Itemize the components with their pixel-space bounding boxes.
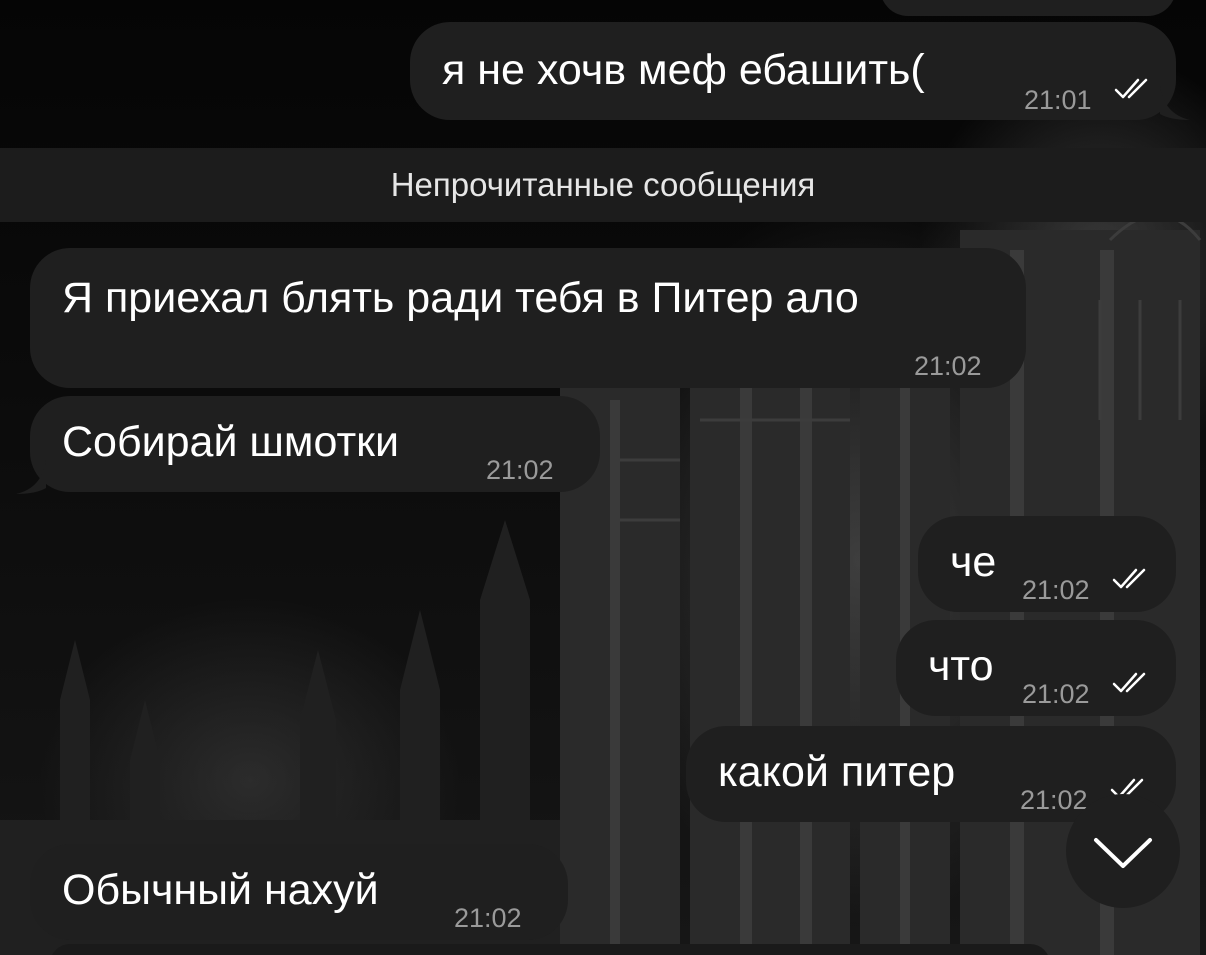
- double-check-icon: [1112, 672, 1146, 693]
- scroll-to-bottom-button[interactable]: [1066, 794, 1180, 908]
- chevron-down-icon: [1094, 838, 1152, 868]
- partial-message-bubble: [50, 944, 1050, 955]
- message-text: я не хочв меф ебашить(: [442, 46, 925, 94]
- bubble-tail: [1160, 86, 1190, 120]
- message-text: че: [950, 538, 997, 586]
- message-time: 21:02: [1022, 679, 1090, 709]
- message-time: 21:01: [1024, 85, 1092, 115]
- partial-message-bubble: [880, 0, 1176, 16]
- message-bubble-outgoing[interactable]: я не хочв меф ебашить( 21:01: [410, 22, 1176, 120]
- message-time: 21:02: [914, 351, 982, 381]
- message-time: 21:02: [486, 455, 554, 485]
- double-check-icon: [1114, 78, 1148, 99]
- message-time: 21:02: [1022, 575, 1090, 605]
- message-bubble-incoming[interactable]: Я приехал блять ради тебя в Питер ало 21…: [30, 248, 1026, 388]
- message-text: Собирай шмотки: [62, 418, 399, 466]
- message-bubble-outgoing[interactable]: что 21:02: [896, 620, 1176, 716]
- message-bubble-incoming[interactable]: Обычный нахуй 21:02: [30, 844, 568, 940]
- bubble-tail: [16, 460, 46, 494]
- message-text: Я приехал блять ради тебя в Питер ало: [62, 274, 859, 322]
- message-time: 21:02: [454, 903, 522, 933]
- double-check-icon: [1112, 568, 1146, 589]
- message-text: какой питер: [718, 748, 956, 796]
- message-text: что: [928, 642, 994, 690]
- chat-screen: я не хочв меф ебашить( 21:01 Непрочитанн…: [0, 0, 1206, 955]
- unread-messages-divider: Непрочитанные сообщения: [0, 148, 1206, 222]
- message-text: Обычный нахуй: [62, 866, 379, 914]
- message-bubble-outgoing[interactable]: че 21:02: [918, 516, 1176, 612]
- message-bubble-incoming[interactable]: Собирай шмотки 21:02: [30, 396, 600, 492]
